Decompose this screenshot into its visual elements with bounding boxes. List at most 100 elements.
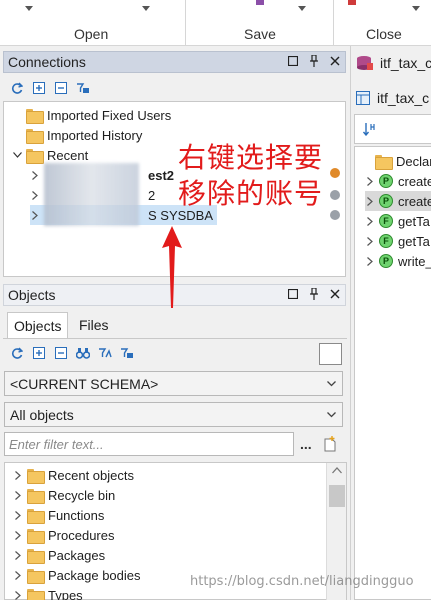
chevron-right-icon[interactable] bbox=[365, 196, 375, 206]
new-file-icon[interactable] bbox=[322, 436, 338, 452]
chevron-right-icon[interactable] bbox=[365, 256, 375, 266]
folder-icon bbox=[27, 488, 45, 504]
tree-item-procedures[interactable]: Procedures bbox=[13, 525, 114, 545]
close-window-icon[interactable] bbox=[348, 0, 356, 5]
toolbar-group-save[interactable]: Save bbox=[186, 0, 333, 46]
chevron-right-icon[interactable] bbox=[30, 190, 40, 200]
editor-tab-2[interactable]: itf_tax_c bbox=[356, 86, 429, 110]
toolbar-group-open[interactable]: Open bbox=[0, 0, 185, 46]
more-options-button[interactable]: ... bbox=[300, 436, 312, 452]
filter-icon[interactable] bbox=[97, 345, 113, 361]
close-icon[interactable] bbox=[329, 287, 341, 301]
tree-item-label: Recent objects bbox=[48, 467, 134, 483]
dropdown-arrow-icon[interactable] bbox=[298, 6, 306, 11]
chevron-right-icon[interactable] bbox=[13, 470, 23, 480]
outline-item-function[interactable]: F getTa bbox=[365, 231, 430, 251]
pin-icon[interactable] bbox=[308, 287, 320, 301]
refresh-icon[interactable] bbox=[9, 345, 25, 361]
dropdown-arrow-icon[interactable] bbox=[142, 6, 150, 11]
tree-item-imported-fixed-users[interactable]: Imported Fixed Users bbox=[26, 105, 171, 125]
schema-select[interactable]: <CURRENT SCHEMA> bbox=[4, 371, 343, 396]
connection-label: est2 bbox=[148, 167, 175, 183]
objects-tabs: Objects Files bbox=[7, 312, 347, 338]
chevron-right-icon[interactable] bbox=[30, 210, 40, 220]
tree-item-imported-history[interactable]: Imported History bbox=[26, 125, 142, 145]
tree-item-recent-objects[interactable]: Recent objects bbox=[13, 465, 134, 485]
filter-options-icon[interactable] bbox=[119, 345, 135, 361]
outline-item-label: Declar bbox=[396, 153, 431, 169]
chevron-right-icon[interactable] bbox=[13, 490, 23, 500]
dropdown-arrow-icon[interactable] bbox=[25, 6, 33, 11]
sort-icon[interactable] bbox=[362, 122, 377, 139]
outline-item-declarations[interactable]: Declar bbox=[365, 151, 431, 171]
toolbar-group-close[interactable]: Close bbox=[334, 0, 431, 46]
refresh-icon[interactable] bbox=[9, 80, 25, 96]
filter-input-placeholder: Enter filter text... bbox=[9, 437, 104, 452]
objects-toolbar bbox=[9, 345, 135, 361]
tree-item-recycle-bin[interactable]: Recycle bin bbox=[13, 485, 115, 505]
chevron-right-icon[interactable] bbox=[13, 530, 23, 540]
editor-outline-tree: Declar P create P create F getTa F getTa… bbox=[354, 146, 431, 600]
color-swatch-button[interactable] bbox=[319, 343, 342, 365]
close-icon[interactable] bbox=[329, 54, 341, 68]
scroll-thumb[interactable] bbox=[329, 485, 345, 507]
folder-icon bbox=[375, 154, 393, 170]
folder-icon bbox=[26, 148, 44, 164]
tree-item-label: Imported History bbox=[47, 127, 143, 143]
tree-item-package-bodies[interactable]: Package bodies bbox=[13, 565, 141, 585]
scroll-up-icon[interactable] bbox=[332, 467, 342, 474]
outline-item-procedure-selected[interactable]: P create bbox=[365, 191, 431, 211]
watermark: https://blog.csdn.net/liangdingguo bbox=[190, 574, 414, 589]
dropdown-arrow-icon[interactable] bbox=[412, 6, 420, 11]
filter-input[interactable]: Enter filter text... bbox=[4, 432, 294, 456]
tree-item-recent[interactable]: Recent bbox=[12, 145, 88, 165]
tree-item-label: Functions bbox=[48, 507, 105, 523]
chevron-right-icon[interactable] bbox=[365, 176, 375, 186]
maximize-icon[interactable] bbox=[287, 287, 299, 301]
panel-splitter[interactable] bbox=[350, 46, 351, 600]
editor-tab-1[interactable]: itf_tax_c bbox=[356, 51, 431, 75]
tree-item-label: Imported Fixed Users bbox=[47, 107, 172, 123]
tree-item-types[interactable]: Types bbox=[13, 585, 83, 600]
connections-toolbar bbox=[9, 80, 91, 96]
redacted-area bbox=[44, 163, 139, 226]
function-icon: F bbox=[379, 214, 393, 228]
chevron-right-icon[interactable] bbox=[365, 156, 371, 166]
outline-item-procedure[interactable]: P write_ bbox=[365, 251, 431, 271]
tree-item-packages[interactable]: Packages bbox=[13, 545, 105, 565]
chevron-right-icon[interactable] bbox=[30, 170, 40, 180]
outline-item-procedure[interactable]: P create bbox=[365, 171, 431, 191]
outline-item-function[interactable]: F getTa bbox=[365, 211, 430, 231]
folder-icon bbox=[27, 588, 45, 600]
chevron-down-icon[interactable] bbox=[327, 379, 336, 388]
pin-icon[interactable] bbox=[308, 54, 320, 68]
toolbar-close-label: Close bbox=[366, 26, 402, 42]
tree-item-functions[interactable]: Functions bbox=[13, 505, 104, 525]
binoculars-icon[interactable] bbox=[75, 345, 91, 361]
editor-toolbar bbox=[354, 114, 431, 144]
object-type-select[interactable]: All objects bbox=[4, 402, 343, 427]
collapse-all-icon[interactable] bbox=[53, 80, 69, 96]
chevron-right-icon[interactable] bbox=[13, 590, 23, 600]
annotation-text: 右键选择要 移除的账号 bbox=[178, 140, 323, 212]
maximize-icon[interactable] bbox=[287, 54, 299, 68]
tab-objects[interactable]: Objects bbox=[7, 312, 69, 338]
chevron-right-icon[interactable] bbox=[13, 570, 23, 580]
tree-item-label: Recent bbox=[47, 147, 89, 163]
chevron-right-icon[interactable] bbox=[13, 550, 23, 560]
folder-icon bbox=[26, 108, 44, 124]
tab-files[interactable]: Files bbox=[73, 312, 115, 338]
chevron-right-icon[interactable] bbox=[365, 236, 375, 246]
expand-all-icon[interactable] bbox=[31, 80, 47, 96]
chevron-down-icon[interactable] bbox=[327, 410, 336, 419]
procedure-icon: P bbox=[379, 174, 393, 188]
save-icon[interactable] bbox=[256, 0, 264, 5]
filter-icon[interactable] bbox=[75, 80, 91, 96]
expand-all-icon[interactable] bbox=[31, 345, 47, 361]
folder-icon bbox=[27, 508, 45, 524]
collapse-all-icon[interactable] bbox=[53, 345, 69, 361]
folder-icon bbox=[27, 568, 45, 584]
chevron-right-icon[interactable] bbox=[365, 216, 375, 226]
chevron-down-icon[interactable] bbox=[12, 150, 22, 160]
chevron-right-icon[interactable] bbox=[13, 510, 23, 520]
